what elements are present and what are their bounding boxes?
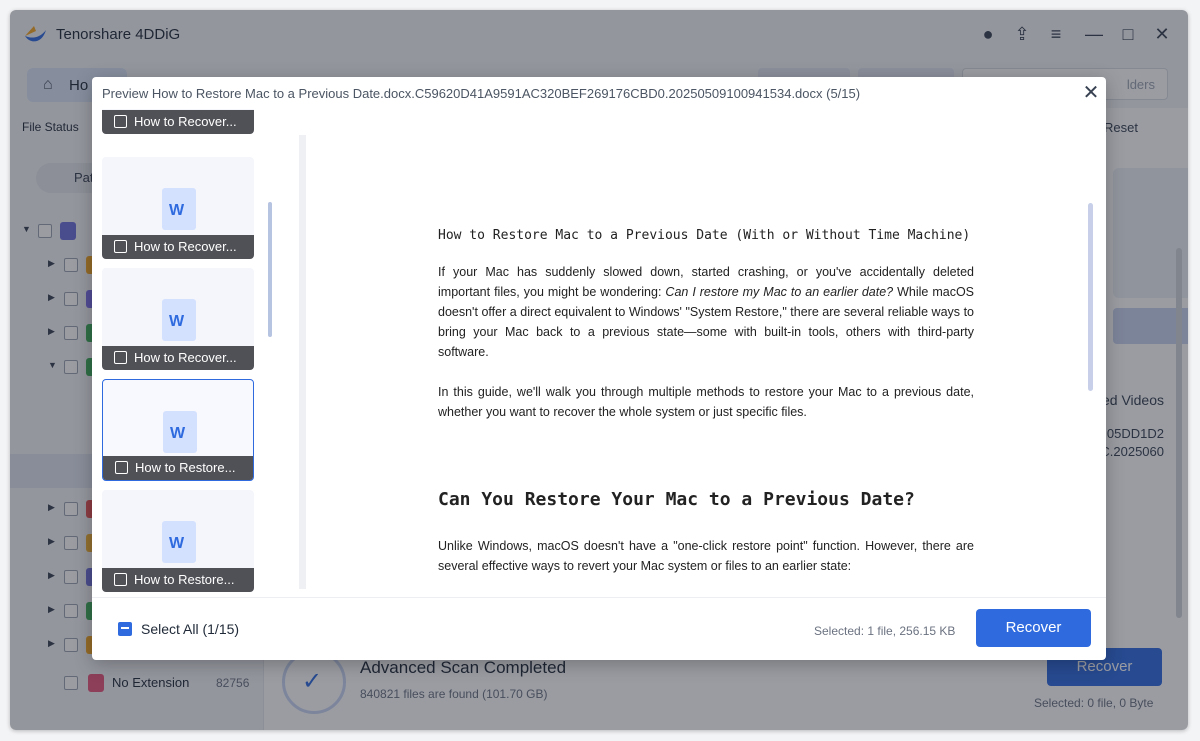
document-paragraph: Unlike Windows, macOS doesn't have a "on…	[438, 539, 974, 573]
thumbnail-label: How to Restore...	[134, 572, 235, 587]
thumbnail-label: How to Recover...	[134, 350, 237, 365]
preview-dialog-footer: Select All (1/15) Selected: 1 file, 256.…	[92, 597, 1106, 660]
thumbnail-caption: How to Recover...	[102, 110, 254, 134]
word-file-icon: W	[162, 299, 196, 341]
thumbnail-item[interactable]: W How to Recover...	[102, 109, 254, 134]
document-page: How to Restore Mac to a Previous Date (W…	[306, 135, 1097, 589]
thumbnail-checkbox[interactable]	[114, 351, 127, 364]
thumbnail-label: How to Recover...	[134, 114, 237, 129]
thumbnail-item[interactable]: W How to Restore...	[102, 490, 254, 592]
thumbnail-checkbox[interactable]	[114, 240, 127, 253]
thumbnail-caption: How to Restore...	[103, 456, 253, 480]
thumbnail-checkbox[interactable]	[115, 461, 128, 474]
thumbnail-item[interactable]: W How to Recover...	[102, 157, 254, 259]
select-all-label[interactable]: Select All (1/15)	[141, 621, 239, 637]
thumbnail-item[interactable]: W How to Recover...	[102, 268, 254, 370]
thumbnail-label: How to Recover...	[134, 239, 237, 254]
thumbnail-checkbox[interactable]	[114, 115, 127, 128]
preview-dialog: Preview How to Restore Mac to a Previous…	[92, 77, 1106, 660]
recover-button[interactable]: Recover	[976, 609, 1091, 647]
thumbnail-item-active[interactable]: W How to Restore...	[102, 379, 254, 481]
document-paragraph: In this guide, we'll walk you through mu…	[438, 385, 974, 419]
word-file-icon: W	[163, 411, 197, 453]
preview-dialog-title: Preview How to Restore Mac to a Previous…	[102, 86, 861, 101]
word-file-icon: W	[162, 521, 196, 563]
document-preview: How to Restore Mac to a Previous Date (W…	[299, 135, 1097, 589]
document-title: How to Restore Mac to a Previous Date (W…	[438, 228, 971, 243]
document-scrollbar[interactable]	[1088, 203, 1093, 391]
thumbnail-caption: How to Recover...	[102, 235, 254, 259]
thumbnail-caption: How to Recover...	[102, 346, 254, 370]
thumbnail-checkbox[interactable]	[114, 573, 127, 586]
close-icon[interactable]: ✕	[1080, 80, 1102, 106]
selected-info: Selected: 1 file, 256.15 KB	[814, 624, 956, 638]
thumbnail-caption: How to Restore...	[102, 568, 254, 592]
select-all-checkbox[interactable]	[118, 622, 132, 636]
thumbnail-label: How to Restore...	[135, 460, 236, 475]
document-heading: Can You Restore Your Mac to a Previous D…	[438, 489, 915, 510]
thumbnail-strip: W How to Recover... W How to Recover... …	[92, 109, 282, 597]
document-paragraph: If your Mac has suddenly slowed down, st…	[438, 265, 974, 359]
app-window: Tenorshare 4DDiG ● ⇪ ≡ — □ ✕ ⌂ Ho lders …	[10, 10, 1188, 730]
word-file-icon: W	[162, 188, 196, 230]
thumbnail-scrollbar[interactable]	[268, 202, 272, 337]
